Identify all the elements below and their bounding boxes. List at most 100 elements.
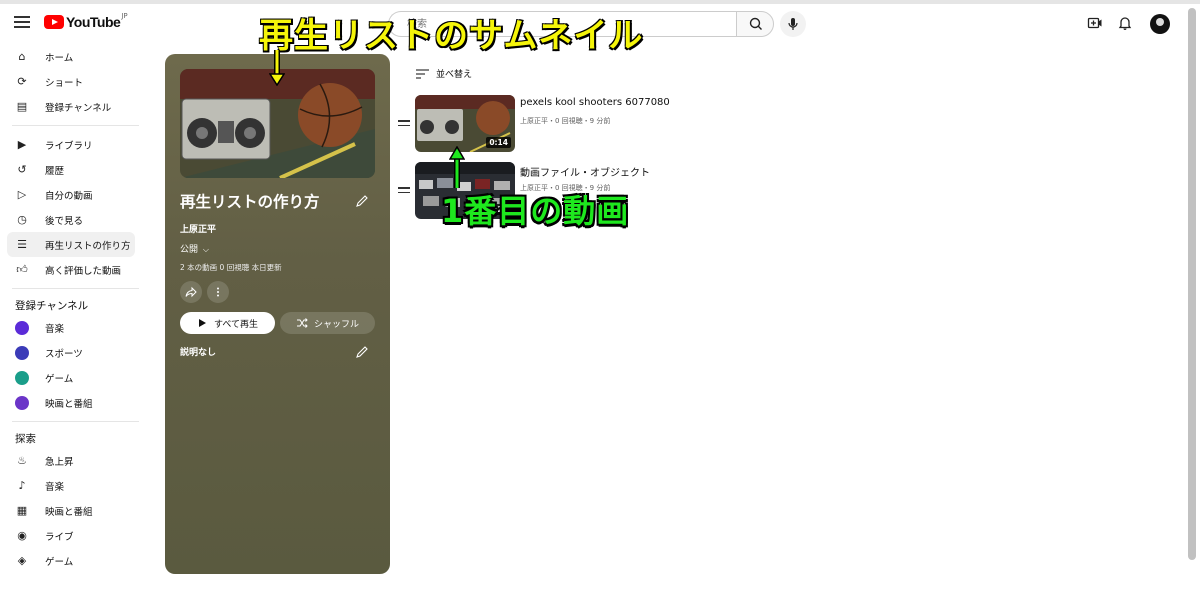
subscriptions-icon: ▤ [16, 100, 28, 113]
video-title[interactable]: 動画ファイル・オブジェクト [520, 164, 650, 179]
annotation-arrow-up-icon [449, 146, 465, 188]
sidebar-item-channel-gaming[interactable]: ゲーム [0, 365, 140, 390]
sidebar-item-label: 音楽 [45, 323, 65, 335]
sidebar-item-channel-movies[interactable]: 映画と番組 [0, 390, 140, 415]
chevron-down-icon: ⌵ [202, 245, 209, 254]
gaming-icon: ◈ [17, 554, 27, 567]
trending-icon: ♨ [17, 454, 27, 467]
more-vert-icon [217, 287, 219, 297]
scrollbar[interactable] [1188, 8, 1196, 560]
share-button[interactable] [180, 281, 202, 303]
sidebar-item-label: 音楽 [45, 481, 65, 493]
search-icon [749, 17, 762, 30]
shuffle-button[interactable]: シャッフル [280, 312, 375, 334]
play-all-button[interactable]: すべて再生 [180, 312, 275, 334]
video-duration: 0:14 [486, 137, 511, 148]
voice-search-button[interactable] [780, 11, 806, 37]
sidebar-item-library[interactable]: ▶ ライブラリ [0, 132, 140, 157]
sidebar-item-liked-videos[interactable]: 👍︎ 高く評価した動画 [0, 257, 140, 282]
sidebar-item-gaming[interactable]: ◈ ゲーム [0, 548, 140, 573]
sidebar-item-label: ライブラリ [45, 140, 93, 152]
drag-handle-icon[interactable] [398, 187, 410, 196]
logo-region: JP [121, 12, 128, 20]
edit-title-icon[interactable] [355, 194, 369, 208]
logo-text: YouTube [66, 14, 121, 30]
movies-icon: ▦ [16, 504, 28, 517]
search-button[interactable] [736, 11, 774, 37]
sidebar-item-home[interactable]: ⌂ ホーム [0, 44, 140, 69]
privacy-dropdown[interactable]: 公開 ⌵ [180, 242, 209, 255]
drag-handle-icon[interactable] [398, 120, 410, 129]
shuffle-icon [296, 318, 308, 328]
video-thumbnail[interactable]: 0:14 [415, 95, 515, 152]
divider [12, 421, 139, 422]
sidebar-item-label: 高く評価した動画 [45, 265, 122, 277]
home-icon: ⌂ [18, 50, 26, 63]
sort-icon [416, 68, 429, 79]
sidebar-item-music[interactable]: ♪ 音楽 [0, 473, 140, 498]
sidebar-item-playlist[interactable]: ☰ 再生リストの作り方 [7, 232, 135, 257]
edit-description-icon[interactable] [355, 345, 369, 359]
notifications-icon[interactable] [1117, 15, 1133, 31]
sidebar-item-channel-music[interactable]: 音楽 [0, 315, 140, 340]
sidebar-item-label: 映画と番組 [45, 398, 93, 410]
sidebar-item-label: 登録チャンネル [45, 102, 112, 114]
sidebar-item-shorts[interactable]: ⟳ ショート [0, 69, 140, 94]
playlist-owner[interactable]: 上原正平 [180, 222, 216, 235]
playlist-title: 再生リストの作り方 [180, 193, 320, 211]
sidebar-item-label: ゲーム [45, 373, 74, 385]
channel-avatar [15, 395, 29, 410]
shuffle-label: シャッフル [313, 318, 359, 329]
explore-heading: 探索 [15, 432, 36, 445]
sidebar-item-movies[interactable]: ▦ 映画と番組 [0, 498, 140, 523]
sidebar-item-label: 急上昇 [45, 456, 74, 468]
youtube-logo[interactable]: YouTube JP [44, 12, 128, 30]
sidebar-item-label: 映画と番組 [45, 506, 93, 518]
sidebar-item-label: 再生リストの作り方 [45, 240, 131, 252]
play-all-label: すべて再生 [213, 318, 258, 329]
playlist-header-panel: 再生リストの作り方 上原正平 公開 ⌵ 2 本の動画 0 回視聴 本日更新 すべ… [165, 54, 390, 574]
sidebar-item-channel-sports[interactable]: スポーツ [0, 340, 140, 365]
sidebar-item-label: ゲーム [45, 556, 74, 568]
sidebar-item-label: ショート [45, 77, 84, 89]
sidebar-item-history[interactable]: ↺ 履歴 [0, 157, 140, 182]
sidebar-item-live[interactable]: ◉ ライブ [0, 523, 140, 548]
music-icon: ♪ [18, 479, 26, 492]
sidebar-item-trending[interactable]: ♨ 急上昇 [0, 448, 140, 473]
thumbs-up-icon: 👍︎ [16, 263, 28, 276]
shorts-icon: ⟳ [17, 75, 27, 88]
annotation-arrow-down-icon [269, 50, 285, 86]
sort-label: 並べ替え [436, 70, 473, 80]
channel-avatar [15, 320, 29, 335]
video-title[interactable]: pexels kool shooters 6077080 [520, 97, 670, 108]
subscriptions-heading: 登録チャンネル [15, 299, 89, 312]
sort-button[interactable]: 並べ替え [416, 67, 472, 80]
mic-icon [788, 18, 798, 30]
divider [12, 125, 139, 126]
more-options-button[interactable] [207, 281, 229, 303]
video-meta: 上原正平・0 回視聴・9 分前 [520, 117, 611, 125]
channel-avatar [15, 370, 29, 385]
playlist-icon: ☰ [17, 238, 27, 251]
sidebar-item-label: ホーム [45, 52, 74, 64]
share-icon [185, 286, 197, 298]
playlist-video-row[interactable]: 0:14 pexels kool shooters 6077080 上原正平・0… [396, 95, 796, 153]
sidebar: ⌂ ホーム ⟳ ショート ▤ 登録チャンネル ▶ ライブラリ ↺ 履歴 ▷ 自分… [0, 44, 150, 573]
youtube-play-icon [44, 15, 64, 29]
sidebar-item-watch-later[interactable]: ◷ 後で見る [0, 207, 140, 232]
sidebar-item-your-videos[interactable]: ▷ 自分の動画 [0, 182, 140, 207]
watch-later-icon: ◷ [17, 213, 27, 226]
sidebar-item-subscriptions[interactable]: ▤ 登録チャンネル [0, 94, 140, 119]
your-videos-icon: ▷ [17, 188, 27, 201]
sidebar-item-label: 後で見る [45, 215, 84, 227]
library-icon: ▶ [17, 138, 27, 151]
play-icon [198, 319, 206, 327]
annotation-first-video-label: 1番目の動画 [441, 192, 630, 230]
create-video-icon[interactable] [1087, 15, 1103, 31]
menu-icon[interactable] [14, 16, 30, 28]
privacy-label: 公開 [180, 245, 199, 255]
avatar[interactable] [1150, 14, 1170, 34]
sidebar-item-label: スポーツ [45, 348, 83, 360]
sidebar-item-label: 自分の動画 [45, 190, 93, 202]
playlist-stats: 2 本の動画 0 回視聴 本日更新 [180, 263, 282, 272]
